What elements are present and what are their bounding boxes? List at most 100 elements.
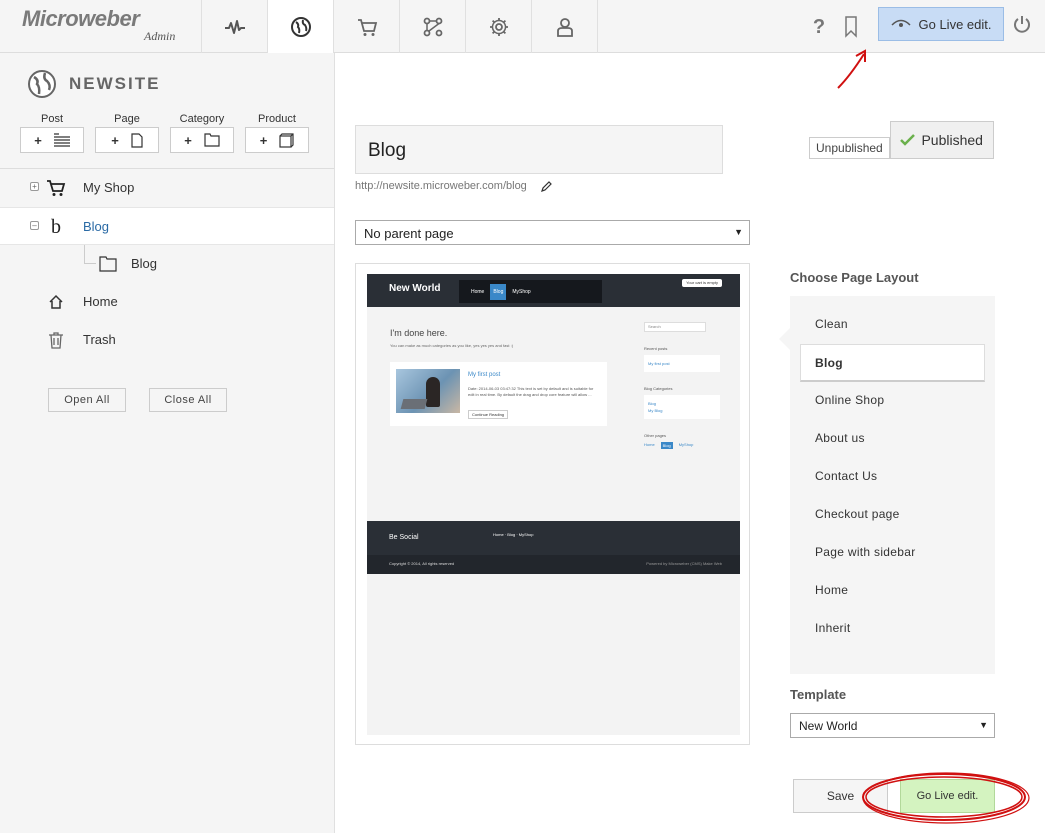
- preview-footer-links: Home · Blog · MyShop: [493, 532, 534, 537]
- add-page-button[interactable]: +: [95, 127, 159, 153]
- template-value: New World: [799, 719, 858, 733]
- layout-preview-frame: New World Home Blog MyShop Your cart is …: [355, 263, 750, 745]
- add-product-group: Product +: [245, 113, 309, 153]
- dropdown-caret-icon: ▼: [979, 720, 988, 730]
- go-live-edit-button[interactable]: Go Live edit.: [900, 779, 995, 813]
- save-button[interactable]: Save: [793, 779, 888, 813]
- add-category-label: Category: [179, 113, 225, 125]
- folder-icon: [204, 133, 220, 147]
- layout-option-sidebar[interactable]: Page with sidebar: [815, 545, 916, 559]
- layout-pointer: [779, 328, 790, 350]
- add-category-group: Category +: [170, 113, 234, 153]
- nav-users-tab[interactable]: [532, 0, 598, 53]
- nav-shop-tab[interactable]: [334, 0, 400, 53]
- globe-icon: [28, 70, 56, 98]
- preview-post-card: My first post Date: 2014-06-03 03:47:32 …: [390, 362, 607, 426]
- go-live-top-label: Go Live edit.: [918, 16, 992, 32]
- template-select[interactable]: New World ▼: [790, 713, 995, 738]
- logo-subtitle: Admin: [144, 29, 176, 43]
- post-list-icon: [53, 133, 70, 147]
- layout-option-clean[interactable]: Clean: [815, 317, 848, 331]
- preview-post-title: My first post: [468, 372, 501, 378]
- layout-option-inherit[interactable]: Inherit: [815, 621, 850, 635]
- preview-sidebar: Search Recent posts My first post Blog C…: [644, 322, 722, 449]
- preview-brand: New World: [389, 283, 441, 294]
- page-title-input[interactable]: Blog: [355, 125, 723, 174]
- product-icon: [279, 132, 294, 148]
- site-header: NEWSITE: [27, 69, 160, 99]
- globe-icon: [290, 17, 311, 37]
- tree-item-label: Blog: [131, 256, 158, 271]
- layout-option-online-shop[interactable]: Online Shop: [815, 393, 884, 407]
- nav-activity-tab[interactable]: [202, 0, 268, 53]
- close-all-button[interactable]: Close All: [149, 388, 227, 412]
- preview-category: Blog: [648, 401, 657, 406]
- page-url: http://newsite.microweber.com/blog: [355, 180, 552, 192]
- plus-icon: +: [111, 132, 119, 148]
- tree-item-blog[interactable]: – b Blog: [0, 207, 334, 245]
- checkmark-icon: [900, 134, 916, 146]
- plus-icon: +: [34, 132, 42, 148]
- layout-option-blog[interactable]: Blog: [800, 344, 985, 382]
- b-icon: b: [51, 215, 61, 238]
- plus-icon: +: [184, 132, 192, 148]
- layout-preview: New World Home Blog MyShop Your cart is …: [367, 274, 740, 735]
- preview-copyright: Copyright © 2014, All rights reserved: [389, 561, 455, 566]
- add-product-label: Product: [258, 113, 296, 125]
- preview-recent-box: My first post: [644, 355, 720, 372]
- add-post-group: Post +: [20, 113, 84, 153]
- add-page-group: Page +: [95, 113, 159, 153]
- preview-continue-button: Continue Reading: [468, 410, 509, 419]
- layout-option-checkout[interactable]: Checkout page: [815, 507, 900, 521]
- help-button[interactable]: ?: [808, 14, 830, 40]
- preview-footer: Be Social Home · Blog · MyShop: [367, 521, 740, 555]
- tree-item-trash[interactable]: Trash: [0, 321, 334, 359]
- preview-be-social: Be Social: [389, 534, 419, 541]
- add-post-button[interactable]: +: [20, 127, 84, 153]
- preview-powered: Powered by Microweber (CMS) Make Web: [646, 561, 722, 566]
- nav-settings-tab[interactable]: [466, 0, 532, 53]
- layout-list: Clean Blog Online Shop About us Contact …: [790, 296, 995, 674]
- add-category-button[interactable]: +: [170, 127, 234, 153]
- tree-item-my-shop[interactable]: + My Shop: [0, 169, 334, 207]
- power-icon: [1014, 16, 1030, 33]
- template-title: Template: [790, 687, 847, 702]
- nav-modules-tab[interactable]: [400, 0, 466, 53]
- add-post-label: Post: [40, 113, 63, 125]
- collapse-toggle[interactable]: –: [30, 221, 39, 230]
- preview-recent-heading: Recent posts: [644, 346, 668, 351]
- add-product-button[interactable]: +: [245, 127, 309, 153]
- preview-subheading: You can make as much categories as you l…: [390, 343, 514, 348]
- preview-footer-bottom: Copyright © 2014, All rights reserved Po…: [367, 555, 740, 574]
- pencil-icon[interactable]: [540, 180, 552, 192]
- publish-toggle: Unpublished Published: [809, 121, 994, 159]
- parent-page-value: No parent page: [364, 226, 454, 241]
- go-live-edit-top-button[interactable]: Go Live edit.: [878, 7, 1004, 41]
- layout-option-about-us[interactable]: About us: [815, 431, 865, 445]
- plus-icon: +: [259, 132, 268, 148]
- unpublished-button[interactable]: Unpublished: [809, 137, 890, 159]
- preview-other-links: Home Blog MyShop: [644, 442, 722, 449]
- open-all-button[interactable]: Open All: [48, 388, 126, 412]
- tree-item-home[interactable]: Home: [0, 283, 334, 321]
- sidebar: NEWSITE Post + Page + Category + Product…: [0, 53, 335, 833]
- dropdown-caret-icon: ▼: [734, 227, 743, 237]
- preview-search: Search: [644, 322, 706, 332]
- preview-other-link: Home: [644, 442, 655, 447]
- parent-page-select[interactable]: No parent page ▼: [355, 220, 750, 245]
- site-name: NEWSITE: [69, 74, 161, 93]
- published-button[interactable]: Published: [889, 121, 994, 159]
- folder-icon: [98, 254, 118, 274]
- expand-toggle[interactable]: +: [30, 182, 39, 191]
- user-icon: [556, 17, 573, 37]
- layout-option-contact-us[interactable]: Contact Us: [815, 469, 877, 483]
- tree-item-label: Home: [83, 294, 118, 309]
- nav-website-tab[interactable]: [268, 0, 334, 54]
- logo[interactable]: Microweber Admin: [0, 0, 202, 53]
- preview-post-image: [396, 369, 460, 413]
- layout-option-home[interactable]: Home: [815, 583, 848, 597]
- preview-other-heading: Other pages: [644, 433, 667, 438]
- bookmark-button[interactable]: [840, 14, 862, 40]
- logout-button[interactable]: [1012, 14, 1034, 38]
- tree-item-blog-category[interactable]: Blog: [0, 245, 334, 283]
